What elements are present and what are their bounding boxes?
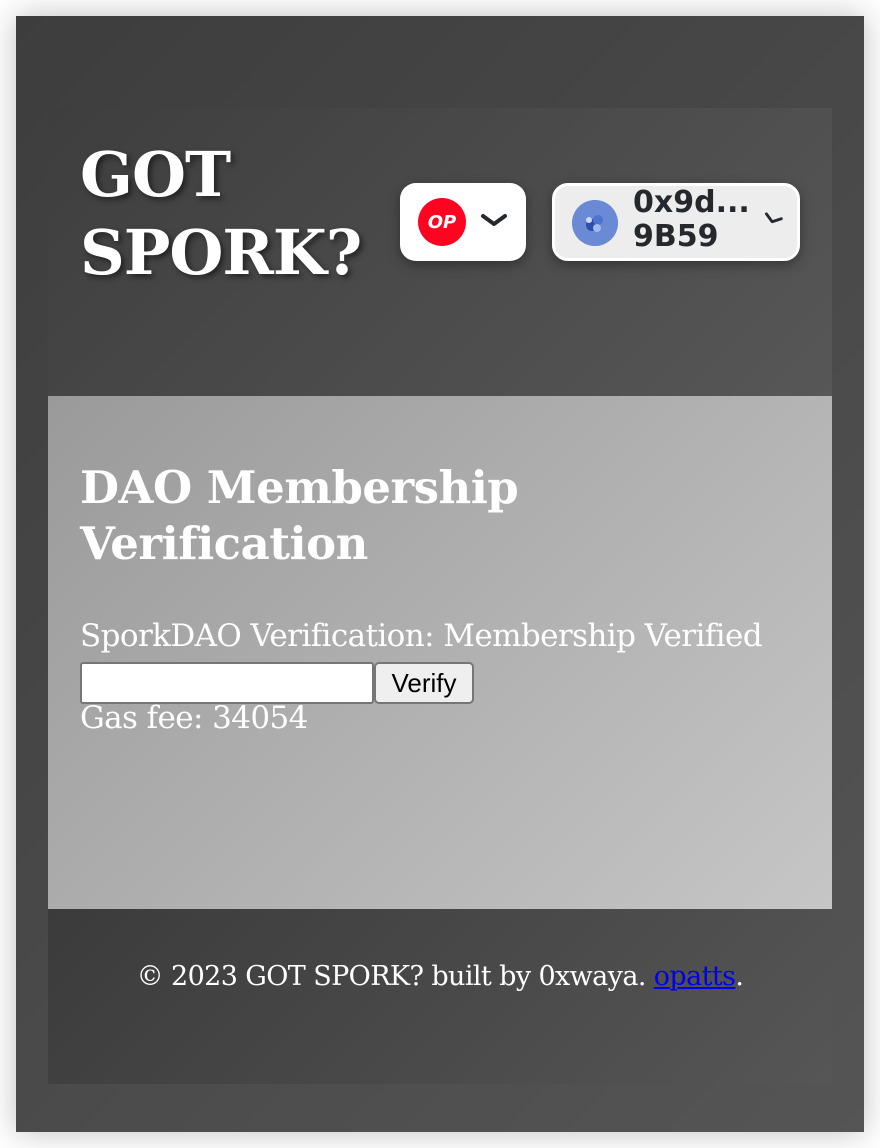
avatar-icon — [572, 200, 618, 246]
optimism-logo-icon: OP — [418, 198, 466, 246]
account-button[interactable]: 0x9d... 9B59 — [552, 183, 800, 261]
verification-panel: DAO Membership Verification SporkDAO Ver… — [48, 396, 832, 909]
site-header: GOT SPORK? OP 0x9d... 9B59 — [48, 108, 832, 396]
footer-credits: © 2023 GOT SPORK? built by 0xwaya. opatt… — [48, 961, 832, 993]
page-title: DAO Membership Verification — [80, 461, 519, 570]
verify-button[interactable]: Verify — [374, 662, 474, 704]
chevron-down-icon — [764, 212, 783, 224]
account-address: 0x9d... 9B59 — [633, 185, 750, 254]
network-switcher-button[interactable]: OP — [400, 183, 526, 261]
site-logo: GOT SPORK? — [80, 138, 362, 289]
site-footer: © 2023 GOT SPORK? built by 0xwaya. opatt… — [48, 909, 832, 1084]
footer-suffix: . — [735, 961, 744, 992]
verification-status: SporkDAO Verification: Membership Verifi… — [80, 618, 763, 654]
gas-fee: Gas fee: 34054 — [80, 700, 308, 736]
verify-input[interactable] — [80, 662, 374, 704]
footer-copyright: © 2023 GOT SPORK? built by 0xwaya. — [136, 961, 654, 992]
chevron-down-icon — [481, 214, 507, 226]
footer-link-opatts[interactable]: opatts — [654, 961, 736, 992]
